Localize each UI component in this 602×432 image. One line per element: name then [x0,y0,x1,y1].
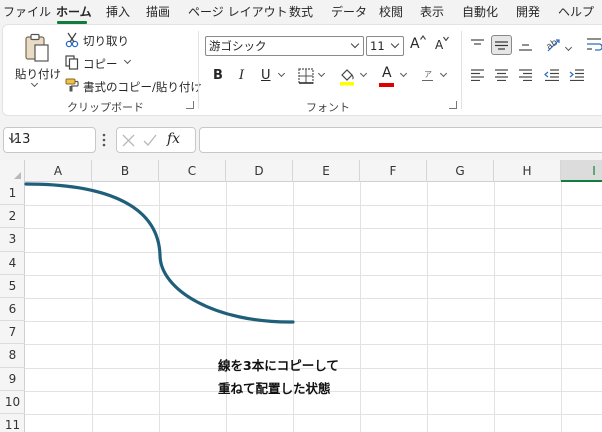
group-divider [461,31,462,109]
copy-icon[interactable] [65,55,79,70]
bold-button[interactable]: B [213,68,223,83]
underline-button[interactable]: U [261,68,271,83]
tab-page-layout[interactable]: ページ レイアウト [188,3,288,21]
format-painter-icon[interactable] [65,78,80,92]
clipboard-launcher-icon[interactable] [186,101,194,109]
tab-automate[interactable]: 自動化 [462,3,498,21]
font-name-select[interactable]: 游ゴシック [205,36,364,56]
shrink-font-button[interactable]: A [435,38,443,52]
note-line-1: 線を3本にコピーして [218,358,339,373]
tab-review[interactable]: 校閲 [379,3,403,21]
grow-font-button[interactable]: A [410,36,420,52]
enter-check-icon[interactable] [143,134,157,147]
align-right-icon[interactable] [518,69,533,81]
align-left-icon[interactable] [470,69,485,81]
tab-formulas[interactable]: 数式 [289,3,313,21]
tab-home[interactable]: ホーム [56,3,92,21]
tab-data[interactable]: データ [331,3,367,21]
fill-color-swatch [340,82,354,86]
ribbon: 貼り付け 切り取り コピー 書式のコピー/貼り付け クリップボード 游ゴシック … [0,24,602,120]
curve-stroke [24,182,295,324]
paste-icon[interactable] [23,33,51,63]
formula-bar-area: I13 fx [0,120,602,160]
tab-file[interactable]: ファイル [3,3,51,21]
tab-developer[interactable]: 開発 [516,3,540,21]
formula-controls: fx [116,127,196,153]
cancel-icon[interactable] [122,134,135,147]
clipboard-group-label: クリップボード [67,101,144,114]
phonetic-guide-button[interactable]: ア [424,69,432,80]
font-color-dropdown-icon[interactable] [399,69,408,78]
borders-icon[interactable] [298,68,314,84]
align-top-icon[interactable] [470,39,485,51]
align-center-icon[interactable] [494,69,509,81]
increase-indent-icon[interactable] [569,69,585,81]
tab-insert[interactable]: 挿入 [106,3,130,21]
scissors-icon[interactable] [65,32,79,48]
font-size-value: 11 [370,39,385,53]
insert-function-button[interactable]: fx [167,131,180,147]
cut-button[interactable]: 切り取り [83,33,129,49]
caret-up-icon [420,35,426,40]
phonetic-underline [422,80,433,81]
caret-down-icon [443,36,449,41]
wrap-text-icon[interactable] [586,37,602,53]
italic-button[interactable]: I [239,68,244,83]
format-painter-button[interactable]: 書式のコピー/貼り付け [83,79,202,95]
tab-draw[interactable]: 描画 [146,3,170,21]
orientation-icon[interactable]: ab [544,35,562,53]
borders-dropdown-icon[interactable] [317,69,326,78]
decrease-indent-icon[interactable] [544,69,560,81]
font-color-button[interactable]: A [382,65,392,81]
tab-help[interactable]: ヘルプ [558,3,594,21]
chevron-down-icon [350,39,360,49]
font-size-select[interactable]: 11 [366,36,404,56]
fill-color-icon[interactable] [339,66,355,86]
tab-view[interactable]: 表示 [420,3,444,21]
menu-bar: ファイル ホーム 挿入 描画 ページ レイアウト 数式 データ 校閲 表示 自動… [0,0,602,24]
group-divider [198,31,199,109]
orientation-dropdown-icon[interactable] [564,43,573,52]
fill-color-dropdown-icon[interactable] [359,69,368,78]
font-name-value: 游ゴシック [209,39,267,53]
spreadsheet-grid[interactable]: A B C D E F G H I 1 2 3 4 5 6 7 8 9 10 1… [0,160,602,432]
formula-input[interactable] [199,127,602,153]
font-launcher-icon[interactable] [449,101,457,109]
align-middle-icon [495,41,508,50]
phonetic-dropdown-icon[interactable] [439,69,448,78]
paste-button-label[interactable]: 貼り付け [15,66,61,82]
more-options-icon[interactable] [101,133,107,147]
chevron-down-icon [390,39,400,49]
name-box[interactable]: I13 [3,127,96,153]
note-line-2: 重ねて配置した状態 [218,381,331,396]
underline-dropdown-icon[interactable] [277,69,286,78]
copy-dropdown-icon[interactable] [123,56,132,65]
copy-button[interactable]: コピー [83,56,118,72]
font-color-swatch [379,83,394,87]
ribbon-panel: 貼り付け 切り取り コピー 書式のコピー/貼り付け クリップボード 游ゴシック … [2,24,602,116]
font-group-label: フォント [306,101,350,114]
align-bottom-icon[interactable] [518,39,533,51]
